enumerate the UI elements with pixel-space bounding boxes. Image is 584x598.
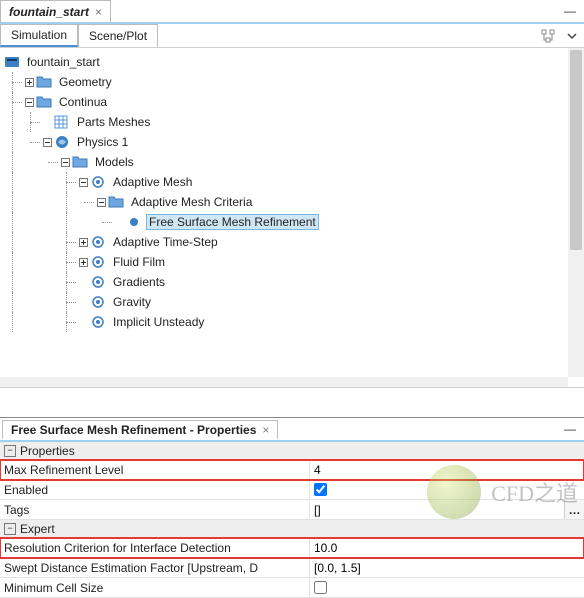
- category-label: Expert: [20, 522, 55, 536]
- model-node-icon: [90, 254, 106, 270]
- prop-minimum-cell-size: Minimum Cell Size: [0, 578, 584, 598]
- prop-name: Resolution Criterion for Interface Detec…: [0, 538, 310, 557]
- tree-label: Geometry: [56, 74, 115, 90]
- view-tab-bar: Simulation Scene/Plot: [0, 24, 584, 48]
- model-node-icon: [90, 234, 106, 250]
- prop-checkbox[interactable]: [314, 483, 327, 496]
- category-expert[interactable]: − Expert: [0, 520, 584, 538]
- tree-label: Models: [92, 154, 137, 170]
- collapse-icon[interactable]: −: [4, 445, 16, 457]
- tree-label: Fluid Film: [110, 254, 168, 270]
- tree-label: Physics 1: [74, 134, 131, 150]
- tree-node-root[interactable]: fountain_start: [4, 52, 568, 72]
- tree-label: Gravity: [110, 294, 154, 310]
- tab-simulation-label: Simulation: [11, 28, 67, 42]
- criterion-icon: [126, 214, 142, 230]
- properties-grid: − Properties Max Refinement Level Enable…: [0, 442, 584, 598]
- prop-value-input[interactable]: [314, 541, 584, 555]
- folder-icon: [36, 94, 52, 110]
- editor-tab-fountain-start[interactable]: fountain_start ×: [0, 0, 111, 22]
- tree-node-adaptive-mesh[interactable]: Adaptive Mesh: [4, 172, 568, 192]
- tree-label: fountain_start: [24, 54, 103, 70]
- tree-node-physics1[interactable]: Physics 1: [4, 132, 568, 152]
- tree-node-adaptive-mesh-criteria[interactable]: Adaptive Mesh Criteria: [4, 192, 568, 212]
- folder-icon: [36, 74, 52, 90]
- prop-checkbox[interactable]: [314, 581, 327, 594]
- tree-node-implicit-unsteady[interactable]: Implicit Unsteady: [4, 312, 568, 332]
- tree-label: Gradients: [110, 274, 168, 290]
- expand-icon[interactable]: [76, 255, 90, 269]
- folder-icon: [108, 194, 124, 210]
- category-label: Properties: [20, 444, 75, 458]
- simulation-icon: [4, 54, 20, 70]
- tree-options-icon[interactable]: [536, 24, 560, 47]
- prop-value-input[interactable]: [314, 503, 584, 517]
- mesh-icon: [54, 114, 70, 130]
- model-node-icon: [90, 294, 106, 310]
- prop-name: Tags: [0, 500, 310, 519]
- tree-label: Adaptive Mesh Criteria: [128, 194, 255, 210]
- tree-label: Implicit Unsteady: [110, 314, 207, 330]
- tree-node-fluid-film[interactable]: Fluid Film: [4, 252, 568, 272]
- tree-node-models[interactable]: Models: [4, 152, 568, 172]
- tree-label: Continua: [56, 94, 110, 110]
- simulation-tree: fountain_start Geometry Continua: [0, 48, 584, 388]
- ellipsis-button[interactable]: …: [564, 500, 584, 519]
- tree-node-geometry[interactable]: Geometry: [4, 72, 568, 92]
- collapse-icon[interactable]: [22, 95, 36, 109]
- tab-scene-plot-label: Scene/Plot: [89, 29, 147, 43]
- minimize-icon: —: [564, 4, 576, 18]
- close-icon[interactable]: ×: [95, 5, 102, 19]
- panel-splitter[interactable]: [0, 388, 584, 418]
- model-node-icon: [90, 274, 106, 290]
- prop-name: Minimum Cell Size: [0, 578, 310, 597]
- minimize-button[interactable]: —: [556, 0, 584, 22]
- tab-simulation[interactable]: Simulation: [0, 24, 78, 47]
- folder-icon: [72, 154, 88, 170]
- collapse-icon[interactable]: −: [4, 523, 16, 535]
- tree-node-free-surface-mesh-refinement[interactable]: Free Surface Mesh Refinement: [4, 212, 568, 232]
- collapse-icon[interactable]: [76, 175, 90, 189]
- editor-tab-label: fountain_start: [9, 5, 89, 19]
- prop-name: Enabled: [0, 480, 310, 499]
- tab-scene-plot[interactable]: Scene/Plot: [78, 24, 158, 47]
- properties-title: Free Surface Mesh Refinement - Propertie…: [11, 423, 256, 437]
- collapse-icon[interactable]: [40, 135, 54, 149]
- chevron-down-icon[interactable]: [560, 24, 584, 47]
- prop-name: Max Refinement Level: [0, 460, 310, 479]
- collapse-icon[interactable]: [94, 195, 108, 209]
- editor-tab-bar: fountain_start × —: [0, 0, 584, 24]
- prop-value-input[interactable]: [314, 463, 584, 477]
- prop-name: Swept Distance Estimation Factor [Upstre…: [0, 558, 310, 577]
- minimize-icon: —: [564, 422, 576, 436]
- model-node-icon: [90, 174, 106, 190]
- prop-tags: Tags …: [0, 500, 584, 520]
- expand-icon[interactable]: [22, 75, 36, 89]
- minimize-button[interactable]: —: [556, 422, 584, 436]
- prop-enabled: Enabled: [0, 480, 584, 500]
- collapse-icon[interactable]: [58, 155, 72, 169]
- expand-icon[interactable]: [76, 235, 90, 249]
- tree-node-gravity[interactable]: Gravity: [4, 292, 568, 312]
- tree-label: Free Surface Mesh Refinement: [146, 214, 319, 230]
- physics-icon: [54, 134, 70, 150]
- close-icon[interactable]: ×: [262, 423, 269, 437]
- tree-node-continua[interactable]: Continua: [4, 92, 568, 112]
- tree-label: Adaptive Mesh: [110, 174, 195, 190]
- vertical-scrollbar[interactable]: [568, 48, 584, 377]
- tree-node-adaptive-time-step[interactable]: Adaptive Time-Step: [4, 232, 568, 252]
- prop-swept-distance: Swept Distance Estimation Factor [Upstre…: [0, 558, 584, 578]
- prop-value-input[interactable]: [314, 561, 584, 575]
- tree-label: Parts Meshes: [74, 114, 153, 130]
- model-node-icon: [90, 314, 106, 330]
- prop-resolution-criterion: Resolution Criterion for Interface Detec…: [0, 538, 584, 558]
- category-properties[interactable]: − Properties: [0, 442, 584, 460]
- tree-node-parts-meshes[interactable]: Parts Meshes: [4, 112, 568, 132]
- properties-tab-bar: Free Surface Mesh Refinement - Propertie…: [0, 418, 584, 442]
- properties-tab[interactable]: Free Surface Mesh Refinement - Propertie…: [2, 420, 278, 439]
- tree-node-gradients[interactable]: Gradients: [4, 272, 568, 292]
- tree-label: Adaptive Time-Step: [110, 234, 221, 250]
- horizontal-scrollbar[interactable]: [0, 377, 568, 387]
- prop-max-refinement-level: Max Refinement Level: [0, 460, 584, 480]
